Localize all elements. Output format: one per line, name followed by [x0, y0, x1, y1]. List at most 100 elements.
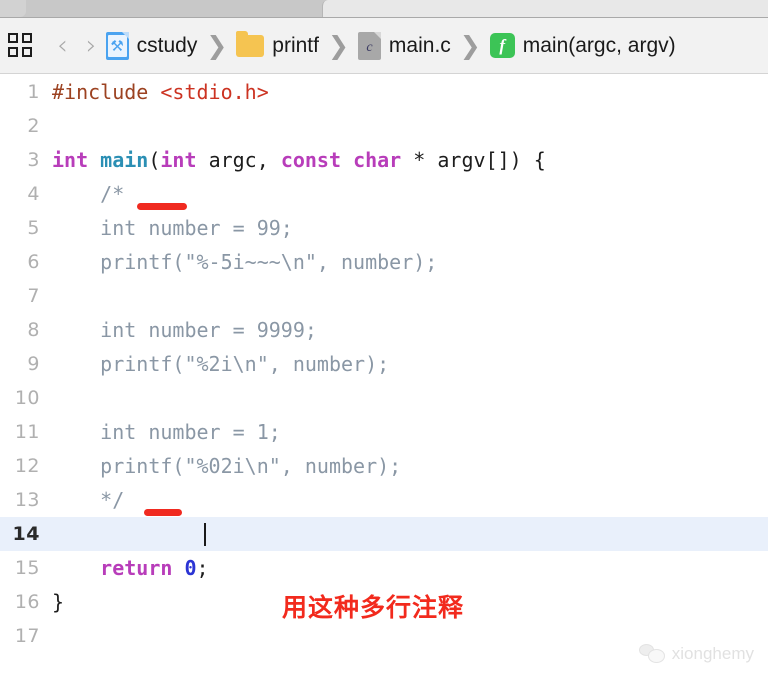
- panel-toggle-icon[interactable]: [8, 32, 34, 59]
- code-token: ;: [196, 556, 209, 580]
- code-token: printf("%2i\n", number);: [52, 352, 390, 376]
- code-line[interactable]: 2: [0, 109, 768, 143]
- c-file-glyph: c: [366, 39, 373, 55]
- back-chevron-icon[interactable]: ‹: [48, 32, 77, 59]
- code-token: int: [160, 148, 209, 172]
- folder-icon: [236, 30, 265, 57]
- breadcrumb-separator-2: ❯: [327, 31, 349, 60]
- code-line[interactable]: 11 int number = 1;: [0, 415, 768, 449]
- code-line[interactable]: 3 int main(int argc, const char * argv[])…: [0, 143, 768, 177]
- line-number: 12: [14, 455, 40, 477]
- line-number: 1: [27, 81, 40, 103]
- line-number: 14: [12, 523, 40, 545]
- code-text[interactable]: printf("%-5i~~~\n", number);: [52, 250, 437, 274]
- marker-underline-comment-close: [144, 509, 182, 516]
- code-token: return: [52, 556, 185, 580]
- code-token: printf("%-5i~~~\n", number);: [52, 250, 438, 274]
- xcode-project-icon: ⚒: [105, 31, 129, 60]
- code-line[interactable]: 15 return 0;: [0, 551, 768, 585]
- watermark: xionghemy: [638, 644, 754, 664]
- code-text[interactable]: /*: [52, 182, 124, 206]
- code-token: int number = 99;: [52, 216, 293, 240]
- breadcrumb-label-folder: printf: [272, 33, 319, 57]
- text-caret: [204, 523, 206, 546]
- breadcrumb: ‹ › ⚒ cstudy ❯ printf ❯ c main.c ❯ f mai…: [0, 18, 768, 74]
- code-text[interactable]: */: [52, 488, 124, 512]
- code-text[interactable]: #include <stdio.h>: [52, 80, 269, 104]
- code-lines[interactable]: 1 #include <stdio.h> 2 3 int main(int argc, …: [0, 75, 768, 653]
- line-number: 15: [14, 557, 40, 579]
- code-line[interactable]: 14: [0, 517, 768, 551]
- code-line[interactable]: 4 /*: [0, 177, 768, 211]
- breadcrumb-label-function: main(argc, argv): [522, 33, 676, 57]
- code-text[interactable]: printf("%02i\n", number);: [52, 454, 401, 478]
- code-line[interactable]: 7: [0, 279, 768, 313]
- code-line[interactable]: 6 printf("%-5i~~~\n", number);: [0, 245, 768, 279]
- line-number: 8: [27, 319, 40, 341]
- code-token: 0: [184, 556, 197, 580]
- code-token: argc,: [208, 148, 281, 172]
- marker-underline-comment-open: [137, 203, 187, 210]
- code-line[interactable]: 5 int number = 99;: [0, 211, 768, 245]
- function-icon: f: [489, 33, 515, 58]
- breadcrumb-item-folder[interactable]: printf: [236, 30, 319, 58]
- code-line[interactable]: 9 printf("%2i\n", number);: [0, 347, 768, 381]
- breadcrumb-item-project[interactable]: ⚒ cstudy: [105, 31, 198, 60]
- xcode-project-glyph: ⚒: [107, 34, 127, 57]
- function-glyph: f: [499, 36, 506, 55]
- forward-chevron-icon[interactable]: ›: [77, 32, 106, 59]
- line-number: 5: [27, 217, 40, 239]
- code-token: main: [100, 148, 149, 172]
- wechat-icon: [638, 644, 665, 664]
- code-text[interactable]: int number = 99;: [52, 216, 293, 240]
- code-token: }: [52, 590, 65, 614]
- code-token: char: [353, 148, 414, 172]
- code-line[interactable]: 8 int number = 9999;: [0, 313, 768, 347]
- line-number: 4: [27, 183, 40, 205]
- code-token: /*: [52, 182, 125, 206]
- code-token: int number = 1;: [52, 420, 281, 444]
- code-token: printf("%02i\n", number);: [52, 454, 402, 478]
- tab-inactive[interactable]: [0, 0, 26, 17]
- line-number: 3: [27, 149, 40, 171]
- line-number: 7: [27, 285, 40, 307]
- breadcrumb-separator-3: ❯: [459, 31, 481, 60]
- watermark-text: xionghemy: [671, 644, 754, 663]
- code-token: (: [148, 148, 161, 172]
- breadcrumb-label-file: main.c: [388, 33, 451, 57]
- line-number: 9: [27, 353, 40, 375]
- code-text[interactable]: int number = 9999;: [52, 318, 317, 342]
- code-text[interactable]: int main(int argc, const char * argv[]) …: [52, 148, 546, 172]
- breadcrumb-item-function[interactable]: f main(argc, argv): [489, 33, 676, 58]
- code-text[interactable]: printf("%2i\n", number);: [52, 352, 389, 376]
- code-line[interactable]: 12 printf("%02i\n", number);: [0, 449, 768, 483]
- line-number: 11: [14, 421, 40, 443]
- code-token: #include: [52, 80, 161, 104]
- window-tab-strip: [0, 0, 768, 18]
- breadcrumb-separator-1: ❯: [206, 31, 228, 60]
- breadcrumb-label-project: cstudy: [136, 33, 198, 57]
- code-token: const: [280, 148, 354, 172]
- line-number: 10: [14, 387, 40, 409]
- code-editor[interactable]: 1 #include <stdio.h> 2 3 int main(int argc, …: [0, 75, 768, 680]
- annotation-note: 用这种多行注释: [282, 593, 465, 622]
- code-token: int number = 9999;: [52, 318, 317, 342]
- code-line[interactable]: 10: [0, 381, 768, 415]
- breadcrumb-item-file[interactable]: c main.c: [357, 31, 451, 60]
- code-token: <stdio.h>: [160, 80, 269, 104]
- code-line[interactable]: 1 #include <stdio.h>: [0, 75, 768, 109]
- code-text[interactable]: return 0;: [52, 556, 209, 580]
- line-number: 13: [14, 489, 40, 511]
- code-line[interactable]: 13 */: [0, 483, 768, 517]
- tab-active[interactable]: [322, 0, 768, 17]
- line-number: 16: [14, 591, 40, 613]
- code-text[interactable]: }: [52, 590, 64, 614]
- line-number: 6: [27, 251, 40, 273]
- line-number: 2: [27, 115, 40, 137]
- code-token: */: [52, 488, 125, 512]
- line-number: 17: [14, 625, 40, 647]
- code-token: * argv[]) {: [413, 148, 546, 172]
- c-file-icon: c: [357, 31, 381, 60]
- code-text[interactable]: int number = 1;: [52, 420, 281, 444]
- code-token: int: [52, 148, 101, 172]
